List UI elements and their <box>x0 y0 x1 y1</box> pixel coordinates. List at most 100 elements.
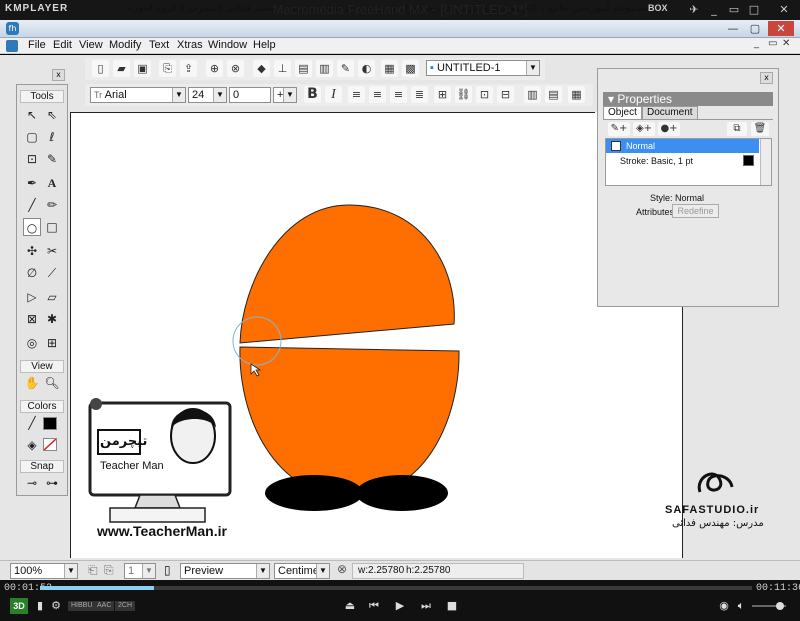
fill-color-icon[interactable]: ◈ <box>23 436 41 454</box>
page-tool-icon[interactable]: ▢ <box>23 128 41 146</box>
snap-to-grid-icon[interactable]: ⊶ <box>43 474 61 492</box>
skew-tool-icon[interactable]: ▱ <box>43 288 61 306</box>
document-select[interactable]: ▪ UNTITLED-1 ▼ <box>426 60 540 76</box>
layers-icon[interactable]: ▤ <box>295 60 312 77</box>
text-link-icon[interactable]: ⛓ <box>455 86 472 103</box>
volume-icon[interactable]: 🔈︎ <box>733 599 749 613</box>
italic-button[interactable]: I <box>325 86 342 103</box>
stroke-color-swatch[interactable] <box>43 417 57 430</box>
document-icon[interactable] <box>6 40 18 52</box>
knife-tool-icon[interactable]: ✂ <box>43 242 61 260</box>
eject-icon[interactable]: ⏏ <box>342 599 358 613</box>
zoom-select[interactable]: 100% ▼ <box>10 563 78 579</box>
freehand-app-icon[interactable]: fh <box>6 22 19 35</box>
open-folder-icon[interactable]: ▰ <box>113 60 130 77</box>
settings-icon[interactable]: ⚙ <box>48 599 64 613</box>
app-minimize-icon[interactable]: — <box>722 21 744 36</box>
text-wrap-icon[interactable]: ⊟ <box>497 86 514 103</box>
graphic-hose-icon[interactable]: ✱ <box>43 310 61 328</box>
blend-tool-icon[interactable]: ◎ <box>23 334 41 352</box>
color-mixer-icon[interactable]: ◐ <box>358 60 375 77</box>
ellipse-tool-icon[interactable]: ○ <box>23 218 41 236</box>
tab-object[interactable]: Object <box>603 106 642 119</box>
snap-to-point-icon[interactable]: ⊸ <box>23 474 41 492</box>
perspective-tool-icon[interactable]: ▷ <box>23 288 41 306</box>
left-foot[interactable] <box>265 475 363 511</box>
egg-bottom-half[interactable] <box>239 346 460 498</box>
leading-input[interactable]: 0 <box>229 87 271 103</box>
menu-edit[interactable]: Edit <box>53 39 72 51</box>
import-icon[interactable]: ⎘ <box>159 60 176 77</box>
previous-icon[interactable]: ⏮ <box>366 599 382 613</box>
page-icon[interactable]: ▯ <box>164 563 171 577</box>
pointer-tool-icon[interactable]: ↖ <box>23 106 41 124</box>
fill-color-swatch[interactable] <box>43 438 57 451</box>
tab-document[interactable]: Document <box>642 106 698 119</box>
leading-mode-select[interactable]: + ▼ <box>273 87 297 103</box>
playlist-icon[interactable]: ▮ <box>32 599 48 613</box>
next-page-icon[interactable]: ⎘ <box>104 563 114 578</box>
units-select[interactable]: Centimeters ▼ <box>274 563 330 579</box>
line-tool-icon[interactable]: ╱ <box>23 196 41 214</box>
doc-restore-icon[interactable]: ▭ <box>768 38 777 49</box>
add-fill-icon[interactable]: ◈+ <box>633 122 655 136</box>
lock-icon[interactable]: ⊕ <box>206 60 223 77</box>
properties-header[interactable]: ▾ Properties <box>603 92 773 106</box>
group-icon[interactable]: ◆ <box>253 60 270 77</box>
align-right-icon[interactable]: ≡ <box>390 86 407 103</box>
list-item-normal[interactable]: Normal <box>606 139 759 153</box>
object-checkbox[interactable] <box>611 141 621 151</box>
menu-modify[interactable]: Modify <box>109 39 141 51</box>
3d-button[interactable]: 3D <box>10 598 28 614</box>
duplicate-item-icon[interactable]: ⧉ <box>727 122 747 136</box>
hand-tool-icon[interactable]: ✋ <box>23 374 41 392</box>
add-effect-icon[interactable]: ●+ <box>658 122 680 136</box>
eyedropper-tool-icon[interactable]: ✎ <box>43 150 61 168</box>
play-icon[interactable]: ▶ <box>392 599 408 613</box>
freeform-tool-icon[interactable]: ✣ <box>23 242 41 260</box>
menu-file[interactable]: File <box>28 39 46 51</box>
export-icon[interactable]: ⇪ <box>180 60 197 77</box>
text-tool-icon[interactable]: A <box>43 174 61 192</box>
connector-tool-icon[interactable]: ∅ <box>23 264 41 282</box>
cancel-render-icon[interactable]: ⊗ <box>337 562 347 576</box>
text-editor-icon[interactable]: ▦ <box>568 86 585 103</box>
menu-help[interactable]: Help <box>253 39 276 51</box>
brush-tool-icon[interactable]: ⟋ <box>43 264 61 282</box>
add-stroke-icon[interactable]: ✎+ <box>608 122 630 136</box>
scale-tool-icon[interactable]: ⊡ <box>23 150 41 168</box>
doc-close-icon[interactable]: ✕ <box>782 38 790 49</box>
zoom-tool-icon[interactable]: 🔍︎ <box>43 374 61 392</box>
bold-button[interactable]: B <box>304 86 321 103</box>
pen-tool-icon[interactable]: ✒ <box>23 174 41 192</box>
stroke-swatch[interactable] <box>743 155 754 166</box>
align-icon[interactable]: ⊥ <box>274 60 291 77</box>
menu-view[interactable]: View <box>79 39 103 51</box>
align-left-icon[interactable]: ≡ <box>348 86 365 103</box>
font-select[interactable]: Tr Arial ▼ <box>90 87 186 103</box>
columns-icon[interactable]: ▥ <box>524 86 541 103</box>
menu-xtras[interactable]: Xtras <box>177 39 203 51</box>
list-item-stroke[interactable]: Stroke: Basic, 1 pt <box>620 156 693 166</box>
properties-scrollbar[interactable] <box>760 139 771 185</box>
volume-knob[interactable] <box>776 602 784 610</box>
unlock-icon[interactable]: ⊗ <box>227 60 244 77</box>
font-size-select[interactable]: 24 ▼ <box>188 87 227 103</box>
page-select[interactable]: 1 ▼ <box>124 563 156 579</box>
swatches-icon[interactable]: ▦ <box>381 60 398 77</box>
menu-window[interactable]: Window <box>208 39 247 51</box>
library-icon[interactable]: ▥ <box>316 60 333 77</box>
navigation-icon[interactable]: ▩ <box>402 60 419 77</box>
rectangle-tool-icon[interactable]: □ <box>43 218 61 236</box>
pencil-tool-icon[interactable]: ✏ <box>43 196 61 214</box>
rows-icon[interactable]: ▤ <box>545 86 562 103</box>
lasso-tool-icon[interactable]: ℓ <box>43 128 61 146</box>
styles-icon[interactable]: ✎ <box>337 60 354 77</box>
tools-close-icon[interactable]: x <box>52 69 65 81</box>
next-icon[interactable]: ⏭ <box>418 599 434 613</box>
doc-minimize-icon[interactable]: _ <box>754 38 759 49</box>
justify-icon[interactable]: ≣ <box>411 86 428 103</box>
stop-icon[interactable]: ■ <box>444 599 460 613</box>
chart-tool-icon[interactable]: ⊞ <box>43 334 61 352</box>
app-maximize-icon[interactable]: ▢ <box>744 21 766 36</box>
